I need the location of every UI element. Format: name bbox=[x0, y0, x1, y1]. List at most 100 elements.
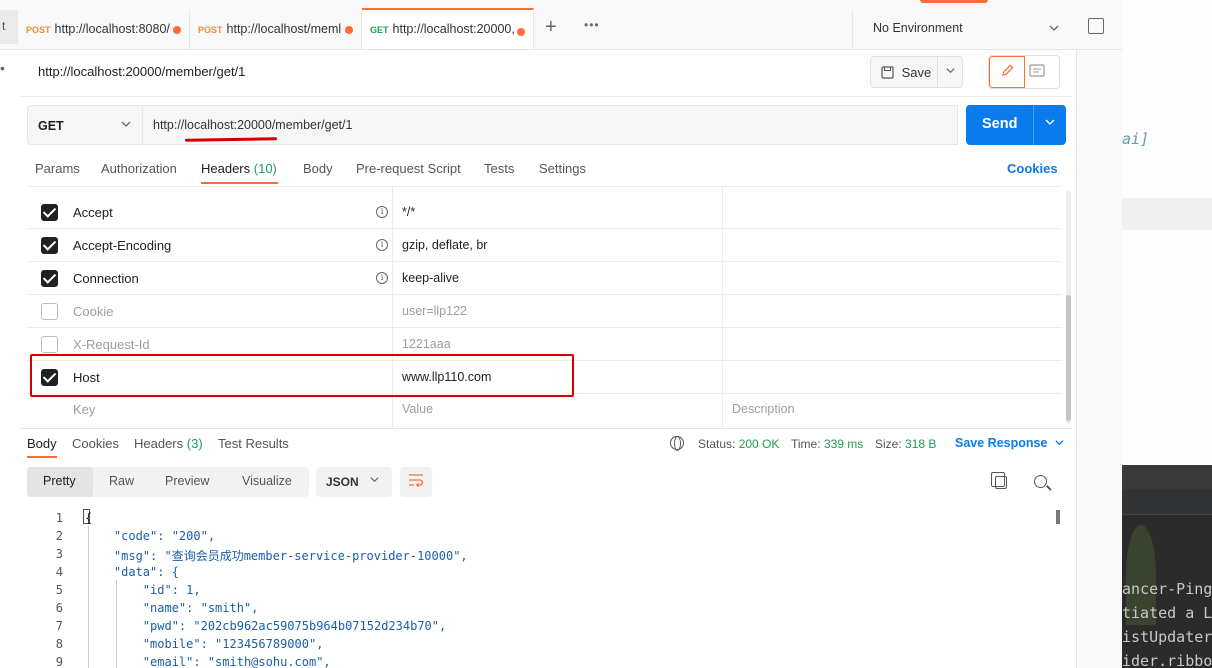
tab-settings[interactable]: Settings bbox=[539, 161, 586, 176]
line-number: 4 bbox=[55, 565, 63, 579]
status-value: 200 OK bbox=[738, 437, 780, 451]
send-button[interactable]: Send bbox=[966, 105, 1066, 145]
language-select[interactable]: JSON bbox=[316, 467, 392, 497]
tab-headers-count: (10) bbox=[253, 161, 277, 176]
environment-select[interactable]: No Environment bbox=[852, 10, 1076, 48]
request-tab-3[interactable]: GET http://localhost:20000, bbox=[362, 8, 534, 49]
save-icon bbox=[881, 65, 902, 80]
tab-pre-request-script[interactable]: Pre-request Script bbox=[356, 161, 461, 176]
header-key[interactable]: X-Request-Id bbox=[73, 337, 150, 352]
header-value[interactable]: 1221aaa bbox=[402, 337, 451, 351]
response-tab-headers[interactable]: Headers (3) bbox=[134, 436, 203, 451]
environment-quick-look-icon[interactable] bbox=[1088, 18, 1104, 34]
request-tab-1[interactable]: POST http://localhost:8080/ bbox=[18, 10, 190, 50]
unsaved-dot-icon bbox=[517, 28, 525, 36]
response-tab-cookies[interactable]: Cookies bbox=[72, 436, 119, 451]
line-number: 2 bbox=[55, 529, 63, 543]
header-value[interactable]: keep-alive bbox=[402, 271, 459, 285]
tab-body[interactable]: Body bbox=[303, 161, 333, 176]
send-label: Send bbox=[982, 116, 1018, 132]
method-label: POST bbox=[26, 25, 51, 35]
info-icon[interactable]: i bbox=[376, 239, 388, 251]
code-line[interactable]: "mobile": "123456789000", bbox=[85, 637, 324, 651]
format-raw[interactable]: Raw bbox=[109, 474, 134, 488]
code-line[interactable]: "email": "smith@sohu.com", bbox=[85, 655, 331, 668]
active-tab-indicator bbox=[27, 456, 57, 458]
response-body-code[interactable]: 1 { 2 "code": "200", 3 "msg": "查询会员成功mem… bbox=[20, 508, 1060, 668]
headers-scrollbar[interactable] bbox=[1066, 190, 1071, 424]
edit-pencil-icon[interactable] bbox=[989, 56, 1025, 88]
code-line[interactable]: "code": "200", bbox=[85, 529, 215, 543]
table-row[interactable]: Accept i */* bbox=[27, 196, 1062, 229]
header-value[interactable]: */* bbox=[402, 205, 415, 219]
code-line[interactable]: "data": { bbox=[85, 565, 179, 579]
header-key[interactable]: Connection bbox=[73, 271, 139, 286]
info-icon[interactable]: i bbox=[376, 206, 388, 218]
code-line[interactable]: "id": 1, bbox=[85, 583, 201, 597]
chevron-down-icon bbox=[369, 474, 380, 488]
code-scrollbar-thumb[interactable] bbox=[1056, 510, 1060, 524]
method-select[interactable]: GET bbox=[27, 105, 143, 145]
description-placeholder[interactable]: Description bbox=[732, 402, 795, 416]
tab-headers-label: Headers bbox=[201, 161, 251, 176]
code-line[interactable]: { bbox=[85, 511, 92, 525]
tab-params[interactable]: Params bbox=[35, 161, 80, 176]
table-row[interactable]: Connection i keep-alive bbox=[27, 262, 1062, 295]
new-tab-button[interactable]: + bbox=[545, 16, 557, 39]
table-row[interactable]: Accept-Encoding i gzip, deflate, br bbox=[27, 229, 1062, 262]
header-key[interactable]: Accept bbox=[73, 205, 113, 220]
scrollbar-thumb[interactable] bbox=[1066, 295, 1071, 421]
tab-stub[interactable]: t bbox=[0, 10, 18, 44]
response-tab-body[interactable]: Body bbox=[27, 436, 57, 451]
response-tab-test-results[interactable]: Test Results bbox=[218, 436, 289, 451]
header-checkbox[interactable] bbox=[41, 336, 58, 353]
save-options-button[interactable] bbox=[937, 56, 963, 88]
code-line[interactable]: "pwd": "202cb962ac59075b964b07152d234b70… bbox=[85, 619, 446, 633]
cookies-link[interactable]: Cookies bbox=[1007, 161, 1058, 176]
ide-code-fragment: ai] bbox=[1122, 130, 1150, 148]
info-icon[interactable]: i bbox=[376, 272, 388, 284]
line-number: 1 bbox=[55, 511, 63, 525]
value-placeholder[interactable]: Value bbox=[402, 402, 433, 416]
header-checkbox[interactable] bbox=[41, 204, 58, 221]
wrap-lines-button[interactable] bbox=[400, 467, 432, 497]
header-checkbox[interactable] bbox=[41, 303, 58, 320]
search-icon[interactable] bbox=[1034, 475, 1047, 488]
format-preview[interactable]: Preview bbox=[165, 474, 209, 488]
header-value[interactable]: gzip, deflate, br bbox=[402, 238, 487, 252]
sidebar-collapse-icon[interactable]: • bbox=[0, 60, 10, 76]
save-response-button[interactable]: Save Response bbox=[955, 436, 1065, 450]
format-pretty[interactable]: Pretty bbox=[43, 474, 76, 488]
key-placeholder[interactable]: Key bbox=[73, 402, 95, 417]
format-visualize[interactable]: Visualize bbox=[242, 474, 292, 488]
request-tab-2[interactable]: POST http://localhost/meml bbox=[190, 10, 362, 50]
ide-console-header bbox=[1122, 465, 1212, 489]
globe-icon[interactable] bbox=[670, 436, 684, 451]
header-checkbox[interactable] bbox=[41, 237, 58, 254]
tab-headers[interactable]: Headers (10) bbox=[201, 161, 277, 176]
table-row-new[interactable]: Key Value Description bbox=[27, 393, 1062, 426]
format-tabs: Pretty Raw Preview Visualize bbox=[27, 467, 309, 497]
more-tabs-button[interactable]: ••• bbox=[584, 18, 600, 32]
table-row[interactable]: Cookie user=llp122 bbox=[27, 295, 1062, 328]
code-line[interactable]: "msg": "查询会员成功member-service-provider-10… bbox=[85, 547, 468, 564]
time-readout[interactable]: Time: 339 ms bbox=[791, 437, 863, 451]
header-value[interactable]: user=llp122 bbox=[402, 304, 467, 318]
size-readout[interactable]: Size: 318 B bbox=[875, 437, 936, 451]
header-key[interactable]: Accept-Encoding bbox=[73, 238, 171, 253]
copy-icon[interactable] bbox=[991, 472, 1007, 489]
ide-console-line: istUpdater bbox=[1122, 628, 1212, 646]
tab-authorization[interactable]: Authorization bbox=[101, 161, 177, 176]
header-key[interactable]: Cookie bbox=[73, 304, 113, 319]
documentation-icon[interactable] bbox=[1029, 64, 1045, 82]
header-checkbox[interactable] bbox=[41, 270, 58, 287]
status-readout[interactable]: Status: 200 OK bbox=[698, 437, 779, 451]
wrap-lines-icon bbox=[409, 474, 424, 488]
request-title[interactable]: http://localhost:20000/member/get/1 bbox=[38, 64, 245, 79]
save-button[interactable]: Save bbox=[870, 56, 938, 88]
code-line[interactable]: "name": "smith", bbox=[85, 601, 259, 615]
size-label: Size: bbox=[875, 437, 902, 451]
chevron-down-icon[interactable] bbox=[1044, 116, 1056, 131]
line-number: 6 bbox=[55, 601, 63, 615]
tab-tests[interactable]: Tests bbox=[484, 161, 514, 176]
